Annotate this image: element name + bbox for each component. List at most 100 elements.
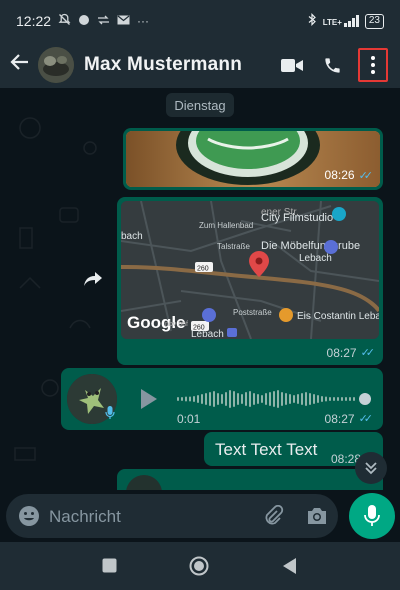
waveform-bar: [253, 393, 255, 405]
voice-message[interactable]: 0:01 08:27 ✓✓: [61, 368, 383, 430]
map-label: Die Möbelfundgrube: [261, 240, 360, 252]
message-time: 08:26: [324, 168, 355, 182]
waveform-bar: [305, 392, 307, 406]
map-label: Lebach: [299, 253, 332, 264]
waveform-bar: [221, 394, 223, 404]
status-time: 12:22: [16, 13, 52, 29]
waveform-bar: [193, 396, 195, 402]
contact-name[interactable]: Max Mustermann: [84, 54, 242, 76]
map-label: City Filmstudio: [261, 212, 333, 224]
message-partial[interactable]: [117, 469, 383, 490]
waveform-bar: [285, 393, 287, 405]
contact-avatar[interactable]: [38, 47, 74, 83]
waveform-bar: [229, 390, 231, 408]
waveform-bar: [233, 391, 235, 407]
waveform-bar: [257, 394, 259, 404]
status-bar: 12:22 ··· LTE+ 23: [0, 0, 400, 42]
mail-icon: [117, 14, 130, 28]
mic-icon: [364, 505, 380, 526]
read-ticks-icon: ✓✓: [358, 169, 374, 182]
back-nav-icon[interactable]: [283, 558, 297, 579]
date-divider: Dienstag: [166, 93, 234, 117]
message-time: 08:27: [326, 346, 357, 360]
bluetooth-icon: [308, 13, 317, 29]
waveform-bar: [289, 394, 291, 404]
waveform-bar: [297, 394, 299, 404]
waveform-bar: [321, 396, 323, 402]
read-ticks-icon: ✓✓: [358, 413, 374, 425]
more-options-icon[interactable]: [358, 48, 388, 82]
waveform-bar: [205, 393, 207, 405]
more-notifications-icon: ···: [137, 14, 150, 28]
forward-button[interactable]: [78, 264, 108, 294]
waveform-bar: [309, 393, 311, 405]
waveform-bar: [261, 395, 263, 403]
camera-icon[interactable]: [306, 506, 328, 531]
message-input[interactable]: Nachricht: [6, 494, 338, 538]
waveform-bar: [273, 391, 275, 407]
waveform-bar: [281, 392, 283, 406]
waveform-bar: [337, 397, 339, 401]
waveform-bar: [225, 392, 227, 406]
waveform-bar: [301, 393, 303, 405]
location-message[interactable]: 260 260 ener Str. City Filmstudio Zum Ha…: [117, 197, 383, 365]
waveform-bar: [269, 392, 271, 406]
recents-icon[interactable]: [102, 558, 117, 578]
battery-icon: 23: [364, 13, 384, 29]
waveform-bar: [341, 397, 343, 401]
chat-bubble-icon: [78, 14, 90, 29]
waveform-bar: [333, 397, 335, 401]
location-map[interactable]: 260 260 ener Str. City Filmstudio Zum Ha…: [121, 201, 379, 339]
emoji-icon[interactable]: [18, 505, 40, 532]
video-call-icon[interactable]: [272, 47, 312, 83]
home-icon[interactable]: [189, 556, 209, 581]
waveform-bar: [349, 397, 351, 401]
voice-waveform[interactable]: [177, 388, 371, 410]
waveform-bar: [189, 396, 191, 402]
composer-bar: Nachricht: [0, 490, 400, 542]
waveform-bar: [345, 397, 347, 401]
bell-muted-icon: [58, 13, 71, 29]
waveform-bar: [209, 392, 211, 406]
image-message[interactable]: 08:26 ✓✓: [123, 128, 383, 190]
read-ticks-icon: ✓✓: [360, 347, 376, 359]
waveform-bar: [249, 391, 251, 407]
map-label: bach: [121, 231, 143, 242]
mic-icon: [105, 406, 115, 423]
map-label: Talstraße: [217, 242, 250, 251]
voice-duration: 0:01: [177, 412, 201, 426]
waveform-bar: [313, 394, 315, 404]
message-placeholder: Nachricht: [49, 507, 121, 526]
waveform-bar: [353, 397, 355, 401]
network-type: LTE+: [322, 18, 342, 27]
message-time: 08:27: [324, 412, 355, 426]
waveform-bar: [201, 394, 203, 404]
waveform-bar: [325, 396, 327, 402]
scroll-down-button[interactable]: [355, 452, 387, 484]
waveform-bar: [265, 393, 267, 405]
map-label: nbv bhf: [165, 321, 188, 328]
waveform-bar: [293, 395, 295, 403]
waveform-bar: [213, 391, 215, 407]
route-label: 260: [197, 266, 209, 273]
data-transfer-icon: [97, 14, 110, 28]
waveform-bar: [241, 394, 243, 404]
map-label: Poststraße: [233, 308, 272, 317]
waveform-bar: [237, 393, 239, 405]
play-icon[interactable]: [139, 387, 159, 416]
chat-area[interactable]: Dienstag 08:26 ✓✓ 260 260 ener Str. City…: [0, 88, 400, 490]
waveform-bar: [329, 397, 331, 401]
voice-record-button[interactable]: [349, 493, 395, 539]
waveform-bar: [217, 393, 219, 405]
attach-icon[interactable]: [262, 504, 284, 532]
voice-call-icon[interactable]: [312, 47, 352, 83]
waveform-bar: [277, 390, 279, 408]
map-label: Lebach: [191, 329, 224, 339]
map-label: Zum Hallenbad: [199, 221, 253, 230]
waveform-bar: [177, 397, 179, 401]
back-arrow-icon[interactable]: [10, 52, 32, 78]
chat-header: Max Mustermann: [0, 42, 400, 88]
system-nav-bar: [0, 542, 400, 590]
message-text: Text Text Text: [215, 440, 318, 459]
forward-icon: [84, 272, 102, 286]
